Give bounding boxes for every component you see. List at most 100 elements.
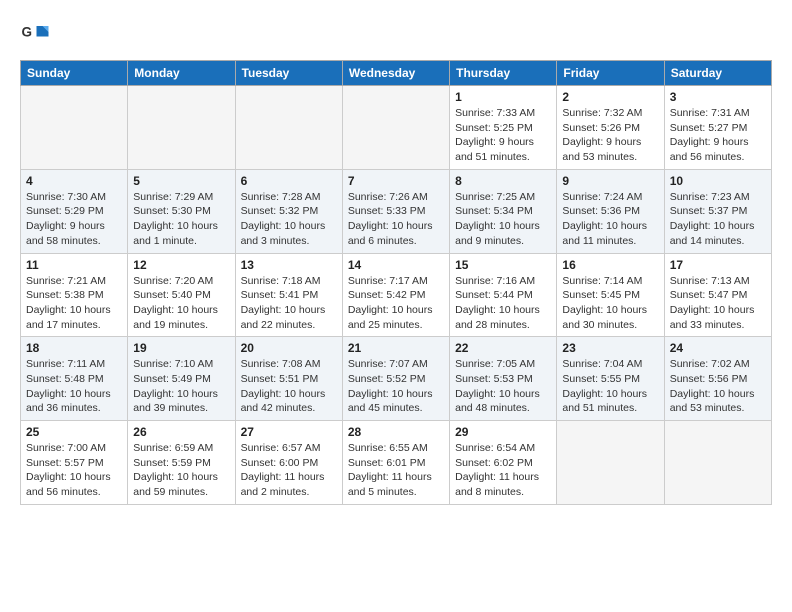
day-number: 8 (455, 174, 551, 188)
calendar-cell: 1 Sunrise: 7:33 AM Sunset: 5:25 PM Daylig… (450, 86, 557, 170)
day-number: 20 (241, 341, 337, 355)
calendar-cell: 9 Sunrise: 7:24 AM Sunset: 5:36 PM Daylig… (557, 169, 664, 253)
calendar-cell: 3 Sunrise: 7:31 AM Sunset: 5:27 PM Daylig… (664, 86, 771, 170)
day-number: 3 (670, 90, 766, 104)
day-number: 24 (670, 341, 766, 355)
day-info: Sunrise: 7:31 AM Sunset: 5:27 PM Dayligh… (670, 106, 766, 165)
day-number: 28 (348, 425, 444, 439)
calendar-cell: 5 Sunrise: 7:29 AM Sunset: 5:30 PM Daylig… (128, 169, 235, 253)
calendar-header-wednesday: Wednesday (342, 61, 449, 86)
calendar-header-row: SundayMondayTuesdayWednesdayThursdayFrid… (21, 61, 772, 86)
logo-icon: G (20, 20, 50, 50)
day-number: 14 (348, 258, 444, 272)
day-number: 7 (348, 174, 444, 188)
calendar-cell: 11Sunrise: 7:21 AM Sunset: 5:38 PM Dayli… (21, 253, 128, 337)
day-info: Sunrise: 7:02 AM Sunset: 5:56 PM Dayligh… (670, 357, 766, 416)
calendar-cell (342, 86, 449, 170)
day-number: 2 (562, 90, 658, 104)
calendar-cell: 13 Sunrise: 7:18 AM Sunset: 5:41 PM Dayli… (235, 253, 342, 337)
day-number: 18 (26, 341, 122, 355)
calendar-cell: 27Sunrise: 6:57 AM Sunset: 6:00 PM Dayli… (235, 421, 342, 505)
calendar-week-5: 25 Sunrise: 7:00 AM Sunset: 5:57 PM Dayli… (21, 421, 772, 505)
calendar-header-thursday: Thursday (450, 61, 557, 86)
day-number: 1 (455, 90, 551, 104)
day-info: Sunrise: 7:18 AM Sunset: 5:41 PM Dayligh… (241, 274, 337, 333)
calendar-week-2: 4 Sunrise: 7:30 AM Sunset: 5:29 PM Daylig… (21, 169, 772, 253)
calendar-cell: 28 Sunrise: 6:55 AM Sunset: 6:01 PM Dayli… (342, 421, 449, 505)
calendar-cell (21, 86, 128, 170)
day-info: Sunrise: 7:25 AM Sunset: 5:34 PM Dayligh… (455, 190, 551, 249)
day-info: Sunrise: 7:11 AM Sunset: 5:48 PM Dayligh… (26, 357, 122, 416)
calendar-cell: 4 Sunrise: 7:30 AM Sunset: 5:29 PM Daylig… (21, 169, 128, 253)
calendar-cell: 21 Sunrise: 7:07 AM Sunset: 5:52 PM Dayli… (342, 337, 449, 421)
day-number: 23 (562, 341, 658, 355)
calendar-cell (128, 86, 235, 170)
calendar-cell (664, 421, 771, 505)
calendar-cell: 2 Sunrise: 7:32 AM Sunset: 5:26 PM Daylig… (557, 86, 664, 170)
day-number: 5 (133, 174, 229, 188)
day-number: 15 (455, 258, 551, 272)
calendar-cell: 6 Sunrise: 7:28 AM Sunset: 5:32 PM Daylig… (235, 169, 342, 253)
calendar-header-sunday: Sunday (21, 61, 128, 86)
calendar-cell: 20 Sunrise: 7:08 AM Sunset: 5:51 PM Dayli… (235, 337, 342, 421)
calendar-cell: 24 Sunrise: 7:02 AM Sunset: 5:56 PM Dayli… (664, 337, 771, 421)
day-number: 12 (133, 258, 229, 272)
day-number: 29 (455, 425, 551, 439)
calendar-cell: 10 Sunrise: 7:23 AM Sunset: 5:37 PM Dayli… (664, 169, 771, 253)
day-info: Sunrise: 7:17 AM Sunset: 5:42 PM Dayligh… (348, 274, 444, 333)
calendar-cell: 29 Sunrise: 6:54 AM Sunset: 6:02 PM Dayli… (450, 421, 557, 505)
day-info: Sunrise: 7:29 AM Sunset: 5:30 PM Dayligh… (133, 190, 229, 249)
day-number: 4 (26, 174, 122, 188)
day-info: Sunrise: 7:23 AM Sunset: 5:37 PM Dayligh… (670, 190, 766, 249)
calendar-cell: 14 Sunrise: 7:17 AM Sunset: 5:42 PM Dayli… (342, 253, 449, 337)
day-info: Sunrise: 6:59 AM Sunset: 5:59 PM Dayligh… (133, 441, 229, 500)
day-info: Sunrise: 7:26 AM Sunset: 5:33 PM Dayligh… (348, 190, 444, 249)
calendar-cell: 19Sunrise: 7:10 AM Sunset: 5:49 PM Dayli… (128, 337, 235, 421)
day-number: 10 (670, 174, 766, 188)
calendar-week-1: 1 Sunrise: 7:33 AM Sunset: 5:25 PM Daylig… (21, 86, 772, 170)
calendar-header-monday: Monday (128, 61, 235, 86)
calendar-cell: 22 Sunrise: 7:05 AM Sunset: 5:53 PM Dayli… (450, 337, 557, 421)
day-number: 25 (26, 425, 122, 439)
day-info: Sunrise: 7:16 AM Sunset: 5:44 PM Dayligh… (455, 274, 551, 333)
day-number: 21 (348, 341, 444, 355)
calendar-cell: 25 Sunrise: 7:00 AM Sunset: 5:57 PM Dayli… (21, 421, 128, 505)
svg-text:G: G (22, 25, 33, 40)
day-info: Sunrise: 7:13 AM Sunset: 5:47 PM Dayligh… (670, 274, 766, 333)
calendar-header-friday: Friday (557, 61, 664, 86)
day-info: Sunrise: 7:14 AM Sunset: 5:45 PM Dayligh… (562, 274, 658, 333)
day-number: 26 (133, 425, 229, 439)
calendar-cell: 15 Sunrise: 7:16 AM Sunset: 5:44 PM Dayli… (450, 253, 557, 337)
day-info: Sunrise: 7:08 AM Sunset: 5:51 PM Dayligh… (241, 357, 337, 416)
day-number: 16 (562, 258, 658, 272)
calendar-cell: 18 Sunrise: 7:11 AM Sunset: 5:48 PM Dayli… (21, 337, 128, 421)
day-info: Sunrise: 7:30 AM Sunset: 5:29 PM Dayligh… (26, 190, 122, 249)
day-number: 6 (241, 174, 337, 188)
day-info: Sunrise: 7:05 AM Sunset: 5:53 PM Dayligh… (455, 357, 551, 416)
calendar-cell (557, 421, 664, 505)
calendar: SundayMondayTuesdayWednesdayThursdayFrid… (20, 60, 772, 505)
day-info: Sunrise: 7:24 AM Sunset: 5:36 PM Dayligh… (562, 190, 658, 249)
day-number: 17 (670, 258, 766, 272)
calendar-week-4: 18 Sunrise: 7:11 AM Sunset: 5:48 PM Dayli… (21, 337, 772, 421)
day-info: Sunrise: 7:33 AM Sunset: 5:25 PM Dayligh… (455, 106, 551, 165)
day-info: Sunrise: 6:55 AM Sunset: 6:01 PM Dayligh… (348, 441, 444, 500)
calendar-header-tuesday: Tuesday (235, 61, 342, 86)
calendar-cell: 8 Sunrise: 7:25 AM Sunset: 5:34 PM Daylig… (450, 169, 557, 253)
day-info: Sunrise: 7:28 AM Sunset: 5:32 PM Dayligh… (241, 190, 337, 249)
calendar-week-3: 11Sunrise: 7:21 AM Sunset: 5:38 PM Dayli… (21, 253, 772, 337)
day-info: Sunrise: 7:07 AM Sunset: 5:52 PM Dayligh… (348, 357, 444, 416)
calendar-cell: 12Sunrise: 7:20 AM Sunset: 5:40 PM Dayli… (128, 253, 235, 337)
calendar-cell: 16 Sunrise: 7:14 AM Sunset: 5:45 PM Dayli… (557, 253, 664, 337)
day-info: Sunrise: 7:21 AM Sunset: 5:38 PM Dayligh… (26, 274, 122, 333)
day-info: Sunrise: 7:00 AM Sunset: 5:57 PM Dayligh… (26, 441, 122, 500)
day-info: Sunrise: 6:54 AM Sunset: 6:02 PM Dayligh… (455, 441, 551, 500)
calendar-cell (235, 86, 342, 170)
day-number: 13 (241, 258, 337, 272)
day-number: 22 (455, 341, 551, 355)
page-header: G (20, 20, 772, 50)
day-info: Sunrise: 7:32 AM Sunset: 5:26 PM Dayligh… (562, 106, 658, 165)
logo: G (20, 20, 54, 50)
calendar-cell: 7 Sunrise: 7:26 AM Sunset: 5:33 PM Daylig… (342, 169, 449, 253)
day-number: 9 (562, 174, 658, 188)
